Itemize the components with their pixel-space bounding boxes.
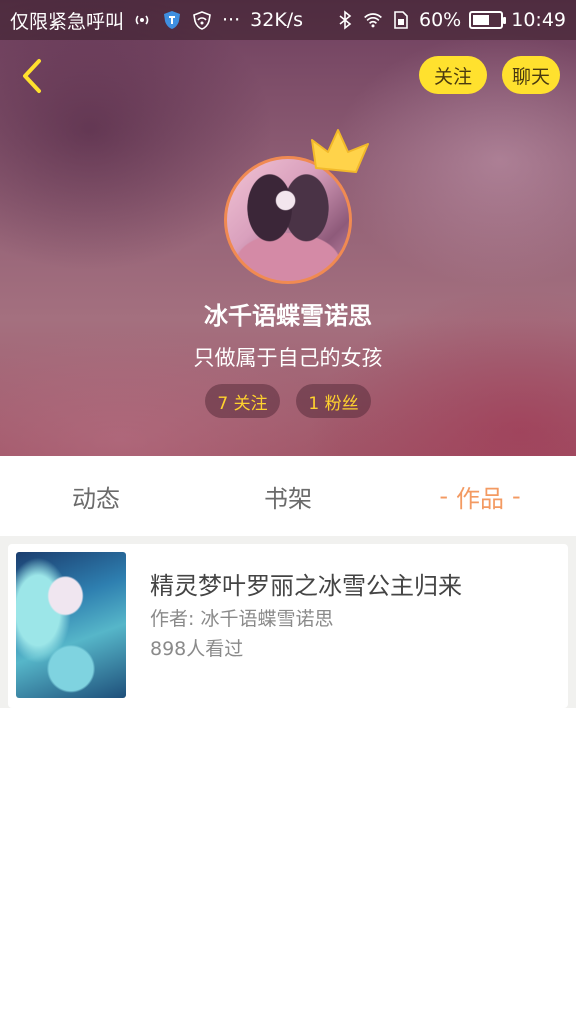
book-cover-image: [16, 552, 126, 698]
works-list: 精灵梦叶罗丽之冰雪公主归来 作者: 冰千语蝶雪诺思 898人看过: [0, 536, 576, 708]
signal-broadcast-icon: [135, 15, 149, 25]
sim-icon: [394, 11, 408, 29]
user-bio: 只做属于自己的女孩: [193, 346, 383, 370]
tab-active-dash-right: -: [512, 482, 521, 510]
username: 冰千语蝶雪诺思: [204, 302, 372, 330]
wifi-icon: [364, 13, 382, 28]
profile-tabs: 动态 书架 - 作品 -: [0, 456, 576, 536]
clock: 10:49: [511, 9, 566, 31]
carrier-text: 仅限紧急呼叫: [10, 10, 125, 33]
follow-button[interactable]: 关注: [419, 56, 487, 94]
vpn-icon: [193, 11, 211, 30]
work-title: 精灵梦叶罗丽之冰雪公主归来: [150, 572, 462, 600]
following-count-button[interactable]: 7 关注: [205, 384, 280, 418]
tab-works[interactable]: - 作品 -: [384, 456, 576, 536]
fans-count-button[interactable]: 1 粉丝: [296, 384, 371, 418]
profile-header: 仅限紧急呼叫 ··· 32K/s 60% 10:49 关注 聊天 冰千语蝶雪诺思…: [0, 0, 576, 456]
chat-button[interactable]: 聊天: [502, 56, 560, 94]
tab-label: 动态: [72, 484, 120, 513]
work-author: 作者: 冰千语蝶雪诺思: [150, 608, 334, 630]
tab-activity[interactable]: 动态: [0, 456, 192, 536]
tab-bookshelf[interactable]: 书架: [192, 456, 384, 536]
battery-percent: 60%: [419, 9, 462, 31]
tab-label: 作品: [456, 484, 504, 513]
network-speed: 32K/s: [250, 9, 304, 31]
work-views: 898人看过: [150, 638, 244, 660]
list-item[interactable]: 精灵梦叶罗丽之冰雪公主归来 作者: 冰千语蝶雪诺思 898人看过: [8, 544, 568, 708]
bluetooth-icon: [339, 10, 352, 30]
back-button[interactable]: [14, 54, 50, 98]
chevron-left-icon: [23, 59, 41, 93]
more-dots-icon: ···: [222, 9, 241, 31]
battery-icon: [469, 11, 507, 29]
crown-icon: [311, 129, 369, 173]
shield-icon: [164, 11, 181, 29]
status-bar: 仅限紧急呼叫 ··· 32K/s 60% 10:49: [0, 0, 576, 40]
tab-label: 书架: [264, 484, 312, 513]
tab-active-dash-left: -: [439, 482, 448, 510]
